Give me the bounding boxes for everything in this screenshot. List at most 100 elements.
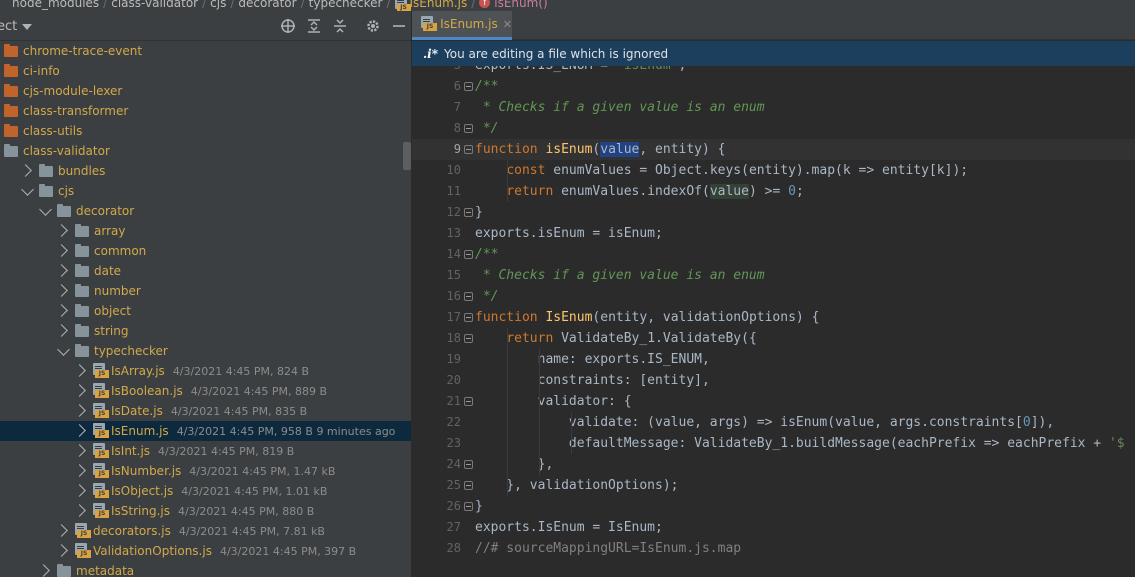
chevron-down-icon[interactable] — [21, 183, 34, 196]
fold-marker-icon[interactable] — [464, 502, 473, 511]
view-selector-chevron-icon[interactable] — [22, 24, 32, 30]
code-line[interactable]: 9 function isEnum(value, entity) { — [412, 139, 1135, 160]
collapse-all-icon[interactable] — [331, 17, 349, 35]
chevron-right-icon[interactable] — [55, 224, 68, 237]
expand-all-icon[interactable] — [305, 17, 323, 35]
tree-folder-row[interactable]: bundles — [0, 161, 411, 181]
tree-file-row[interactable]: JS IsInt.js 4/3/2021 4:45 PM, 819 B — [0, 441, 411, 461]
fold-marker-icon[interactable] — [464, 460, 473, 469]
tree-folder-row[interactable]: class-validator — [0, 141, 411, 161]
chevron-right-icon[interactable] — [73, 424, 86, 437]
breadcrumb-item[interactable]: class-validator — [107, 0, 202, 10]
code-line[interactable]: 26} — [412, 496, 1135, 517]
project-view-title[interactable]: ect — [0, 19, 17, 34]
code-line[interactable]: 15 * Checks if a given value is an enum — [412, 265, 1135, 286]
chevron-right-icon[interactable] — [55, 524, 68, 537]
chevron-right-icon[interactable] — [73, 484, 86, 497]
chevron-right-icon[interactable] — [55, 304, 68, 317]
tree-file-row[interactable]: JS IsDate.js 4/3/2021 4:45 PM, 835 B — [0, 401, 411, 421]
chevron-right-icon[interactable] — [55, 544, 68, 557]
breadcrumb-item-function[interactable]: f isEnum() — [475, 0, 551, 10]
code-line[interactable]: 20 constraints: [entity], — [412, 370, 1135, 391]
chevron-right-icon[interactable] — [55, 244, 68, 257]
tree-folder-row[interactable]: cjs — [0, 181, 411, 201]
tree-folder-row[interactable]: metadata — [0, 561, 411, 577]
code-line[interactable]: 14 /** — [412, 244, 1135, 265]
code-line[interactable]: 25 }, validationOptions); — [412, 475, 1135, 496]
fold-marker-icon[interactable] — [464, 313, 473, 322]
tab-isenum-js[interactable]: JS IsEnum.js ✕ — [412, 11, 512, 40]
code-line[interactable]: 19 name: exports.IS_ENUM, — [412, 349, 1135, 370]
code-line[interactable]: 28 //# sourceMappingURL=IsEnum.js.map — [412, 538, 1135, 559]
chevron-right-icon[interactable] — [55, 284, 68, 297]
hide-panel-icon[interactable] — [390, 17, 408, 35]
tree-file-row[interactable]: JS ValidationOptions.js 4/3/2021 4:45 PM, … — [0, 541, 411, 561]
tree-folder-row[interactable]: cjs-module-lexer — [0, 81, 411, 101]
tree-folder-row[interactable]: class-utils — [0, 121, 411, 141]
chevron-right-icon[interactable] — [73, 364, 86, 377]
code-line[interactable]: 24 }, — [412, 454, 1135, 475]
chevron-right-icon[interactable] — [73, 504, 86, 517]
fold-marker-icon[interactable] — [464, 481, 473, 490]
chevron-right-icon[interactable] — [19, 164, 32, 177]
tree-folder-row[interactable]: typechecker — [0, 341, 411, 361]
code-line[interactable]: 22 validate: (value, args) => isEnum(val… — [412, 412, 1135, 433]
fold-marker-icon[interactable] — [464, 145, 473, 154]
code-line[interactable]: 7 * Checks if a given value is an enum — [412, 97, 1135, 118]
breadcrumb-item[interactable]: typechecker — [305, 0, 387, 10]
code-line[interactable]: 17 function IsEnum(entity, validationOpti… — [412, 307, 1135, 328]
chevron-right-icon[interactable] — [73, 404, 86, 417]
breadcrumb-item[interactable]: decorator — [234, 0, 300, 10]
code-line[interactable]: 13 exports.isEnum = isEnum; — [412, 223, 1135, 244]
tree-file-row[interactable]: JS IsString.js 4/3/2021 4:45 PM, 880 B — [0, 501, 411, 521]
tree-folder-row[interactable]: object — [0, 301, 411, 321]
code-line[interactable]: 11 return enumValues.indexOf(value) >= 0… — [412, 181, 1135, 202]
code-line[interactable]: 5 exports.IS_ENUM = 'isEnum'; — [412, 66, 1135, 76]
tree-file-row[interactable]: JS IsEnum.js 4/3/2021 4:45 PM, 958 B 9 min… — [0, 421, 411, 441]
fold-marker-icon[interactable] — [464, 397, 473, 406]
tree-folder-row[interactable]: date — [0, 261, 411, 281]
tree-file-row[interactable]: JS IsBoolean.js 4/3/2021 4:45 PM, 889 B — [0, 381, 411, 401]
code-line[interactable]: 23 defaultMessage: ValidateBy_1.buildMes… — [412, 433, 1135, 454]
code-line[interactable]: 10 const enumValues = Object.keys(entity… — [412, 160, 1135, 181]
chevron-right-icon[interactable] — [55, 264, 68, 277]
tree-folder-row[interactable]: common — [0, 241, 411, 261]
fold-marker-icon[interactable] — [464, 334, 473, 343]
chevron-down-icon[interactable] — [39, 203, 52, 216]
tree-file-row[interactable]: JS IsArray.js 4/3/2021 4:45 PM, 824 B — [0, 361, 411, 381]
tree-folder-row[interactable]: class-transformer — [0, 101, 411, 121]
project-tree-scrollbar[interactable] — [403, 142, 411, 170]
code-line[interactable]: 21 validator: { — [412, 391, 1135, 412]
tree-folder-row[interactable]: ci-info — [0, 61, 411, 81]
chevron-right-icon[interactable] — [55, 324, 68, 337]
breadcrumb-item-file[interactable]: JS IsEnum.js — [391, 0, 472, 11]
tree-file-row[interactable]: JS IsNumber.js 4/3/2021 4:45 PM, 1.47 kB — [0, 461, 411, 481]
tree-folder-row[interactable]: string — [0, 321, 411, 341]
close-icon[interactable]: ✕ — [503, 18, 512, 31]
fold-marker-icon[interactable] — [464, 82, 473, 91]
chevron-right-icon[interactable] — [37, 564, 50, 577]
gear-icon[interactable] — [364, 17, 382, 35]
tree-file-row[interactable]: JS IsObject.js 4/3/2021 4:45 PM, 1.01 kB — [0, 481, 411, 501]
locate-file-icon[interactable] — [279, 17, 297, 35]
code-line[interactable]: 16 */ — [412, 286, 1135, 307]
chevron-right-icon[interactable] — [73, 384, 86, 397]
code-line[interactable]: 27 exports.IsEnum = IsEnum; — [412, 517, 1135, 538]
code-line[interactable]: 12} — [412, 202, 1135, 223]
code-area[interactable]: 5 exports.IS_ENUM = 'isEnum'; 6 /** 7 * Chec… — [412, 66, 1135, 577]
fold-marker-icon[interactable] — [464, 292, 473, 301]
code-line[interactable]: 6 /** — [412, 76, 1135, 97]
tree-folder-row[interactable]: decorator — [0, 201, 411, 221]
code-line[interactable]: 8 */ — [412, 118, 1135, 139]
tree-folder-row[interactable]: chrome-trace-event — [0, 41, 411, 61]
fold-marker-icon[interactable] — [464, 208, 473, 217]
tree-file-row[interactable]: JS decorators.js 4/3/2021 4:45 PM, 7.81 kB — [0, 521, 411, 541]
breadcrumb-item[interactable]: cjs — [206, 0, 230, 10]
chevron-right-icon[interactable] — [73, 464, 86, 477]
code-line[interactable]: 18 return ValidateBy_1.ValidateBy({ — [412, 328, 1135, 349]
tree-folder-row[interactable]: array — [0, 221, 411, 241]
tree-folder-row[interactable]: number — [0, 281, 411, 301]
fold-marker-icon[interactable] — [464, 250, 473, 259]
fold-marker-icon[interactable] — [464, 124, 473, 133]
chevron-right-icon[interactable] — [73, 444, 86, 457]
